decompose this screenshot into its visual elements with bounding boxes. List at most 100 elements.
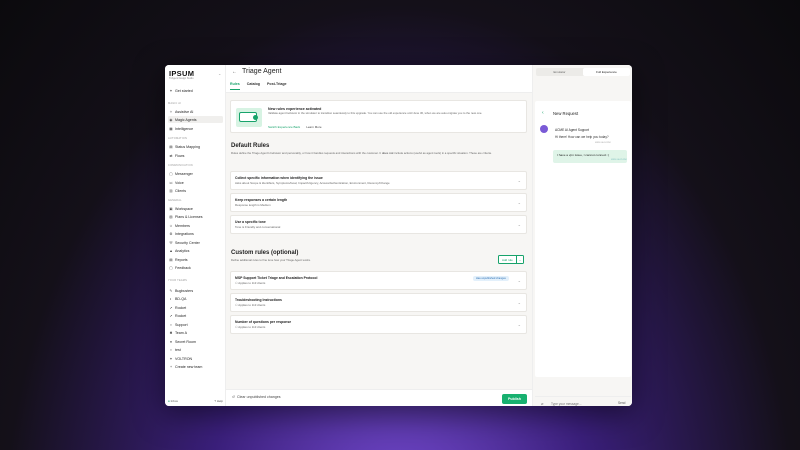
add-rule-dropdown-icon[interactable]: ⌄	[516, 255, 525, 264]
sidebar-item-team[interactable]: ✦ VOLTRON	[168, 355, 223, 362]
send-button[interactable]: Send	[618, 401, 625, 405]
sidebar-item-reports[interactable]: ▤ Reports	[168, 256, 223, 263]
banner-links: Switch Experience Back Learn More	[268, 125, 322, 129]
sidebar-item-team[interactable]: ● Secret Room	[168, 338, 223, 345]
app-window: IPSUM TriAgent Design Studio ⌄ ✦ Get sta…	[165, 65, 632, 406]
sidebar-item-voice[interactable]: ☏ Voice	[168, 179, 223, 186]
help-link[interactable]: ? Help	[214, 399, 223, 403]
agent-avatar	[540, 125, 548, 133]
agent-timestamp: 09/26 06:24 PM	[595, 142, 611, 144]
custom-rule-card[interactable]: Troubleshooting Instructions ⚇ Applies t…	[230, 293, 527, 312]
rule-title: Troubleshooting Instructions	[235, 298, 282, 302]
chevron-down-icon[interactable]: ⌄	[518, 322, 521, 327]
mode-emulator[interactable]: Emulator	[536, 68, 583, 76]
sidebar-item-magic-agents[interactable]: ◉ Magic Agents	[168, 116, 223, 123]
sidebar-item-label: Workspace	[175, 206, 193, 211]
custom-rule-card[interactable]: Number of questions per response ⚇ Appli…	[230, 315, 527, 334]
publish-button[interactable]: Publish	[502, 394, 527, 404]
rule-subtitle: ⚇ Applies to 113 clients	[235, 281, 266, 285]
sidebar-item-team[interactable]: ➚ Rocket	[168, 304, 223, 311]
sidebar-item-label: Magic Agents	[175, 117, 197, 122]
chevron-left-icon[interactable]: ‹	[542, 110, 544, 116]
help-icon: ?	[214, 399, 216, 403]
sidebar-footer: ● Inbox ? Help	[168, 399, 223, 403]
workspace-chevron-icon[interactable]: ⌄	[218, 71, 221, 76]
emulator-panel: Emulator Full Experience ‹ New Request A…	[532, 65, 632, 406]
rule-title: MSP Support Ticket Triage and Escalation…	[235, 276, 318, 280]
learn-more-link[interactable]: Learn More	[306, 125, 321, 129]
tab-catalog[interactable]: Catalog	[247, 82, 260, 90]
sidebar-item-team[interactable]: ➚ Rocket	[168, 312, 223, 319]
chevron-down-icon[interactable]: ⌄	[518, 222, 521, 227]
sidebar-item-intelligence[interactable]: ▦ Intelligence	[168, 125, 223, 132]
sidebar-item-label: Intelligence	[175, 126, 194, 131]
default-rule-card[interactable]: Use a specific tone Tone is Friendly and…	[230, 215, 527, 234]
sidebar-item-clients[interactable]: ▥ Clients	[168, 187, 223, 194]
default-rule-card[interactable]: Collect specific information when identi…	[230, 171, 527, 190]
rule-title: Collect specific information when identi…	[235, 176, 323, 180]
sidebar-item-label: Flows	[175, 153, 185, 158]
sidebar-item-security[interactable]: ⛨ Security Center	[168, 239, 223, 246]
sidebar-item-plans[interactable]: ▧ Plans & Licenses	[168, 213, 223, 220]
sidebar-item-label: Voice	[175, 180, 184, 185]
tab-post-triage[interactable]: Post-Triage	[267, 82, 287, 90]
unpublished-badge: Has unpublished changes	[473, 276, 509, 281]
team-icon: ✖	[169, 330, 173, 335]
default-rule-card[interactable]: Keep responses a certain length Response…	[230, 193, 527, 212]
sparkle-icon: ✧	[169, 109, 173, 114]
lock-icon: ●	[169, 339, 173, 344]
main-content: ← Triage Agent Rules Catalog Post-Triage…	[226, 65, 532, 406]
sidebar-item-label: BD-QA	[175, 296, 187, 301]
team-icon: ✎	[169, 288, 173, 293]
sidebar-item-get-started[interactable]: ✦ Get started	[168, 87, 223, 94]
default-rules-title: Default Rules	[231, 143, 270, 149]
rule-title: Number of questions per response	[235, 320, 292, 324]
team-icon: ✦	[169, 356, 173, 361]
rule-title: Keep responses a certain length	[235, 198, 288, 202]
chat-title: New Request	[553, 111, 579, 116]
sidebar-item-feedback[interactable]: ▢ Feedback	[168, 264, 223, 271]
workspace-icon: ▣	[169, 206, 173, 211]
sidebar-item-team[interactable]: ▪ Support	[168, 321, 223, 328]
user-message: I have a vpn issue, I cannot connect :(	[557, 153, 610, 157]
chat-input[interactable]	[551, 400, 606, 406]
attachment-icon[interactable]: ⌀	[541, 401, 543, 406]
mode-full-experience[interactable]: Full Experience	[583, 68, 630, 76]
chat-icon: ▢	[169, 171, 173, 176]
sidebar-item-team[interactable]: ▪ test	[168, 346, 223, 353]
sidebar-item-label: Reports	[175, 257, 188, 262]
sidebar-item-messenger[interactable]: ▢ Messenger	[168, 170, 223, 177]
sidebar-item-team[interactable]: ✎ Bugbusters	[168, 287, 223, 294]
sidebar-item-members[interactable]: ☺ Members	[168, 222, 223, 229]
sidebar-item-team[interactable]: ✖ Team A	[168, 329, 223, 336]
add-rule-button[interactable]: Add rule	[498, 255, 517, 264]
workspace-name: TriAgent Design Studio	[169, 77, 194, 80]
inbox-link[interactable]: ● Inbox	[168, 399, 178, 403]
switch-experience-link[interactable]: Switch Experience Back	[268, 125, 300, 129]
inbox-icon: ●	[168, 399, 170, 403]
tab-rules[interactable]: Rules	[230, 82, 240, 90]
sidebar-item-integrations[interactable]: ⚙ Integrations	[168, 230, 223, 237]
rules-experience-banner: New rules experience activated Validate …	[230, 100, 527, 133]
sidebar-item-status-mapping[interactable]: ▤ Status Mapping	[168, 143, 223, 150]
sidebar-item-flows[interactable]: ⇄ Flows	[168, 152, 223, 159]
chevron-down-icon[interactable]: ⌄	[518, 178, 521, 183]
sidebar-item-analytics[interactable]: ▲ Analytics	[168, 247, 223, 254]
sidebar-item-create-team[interactable]: + Create new team	[168, 363, 223, 370]
chevron-down-icon[interactable]: ⌄	[518, 300, 521, 305]
chevron-down-icon[interactable]: ⌄	[518, 278, 521, 283]
sidebar-item-label: Analytics	[175, 248, 190, 253]
back-arrow-icon[interactable]: ←	[232, 69, 237, 75]
chevron-down-icon[interactable]: ⌄	[518, 200, 521, 205]
sidebar-item-team[interactable]: ◐ BD-QA	[168, 295, 223, 302]
sidebar-item-workspace[interactable]: ▣ Workspace	[168, 205, 223, 212]
sidebar-item-assistive-ai[interactable]: ✧ Assistive AI	[168, 108, 223, 115]
map-icon: ▤	[169, 144, 173, 149]
sidebar-item-label: Get started	[175, 88, 193, 93]
users-icon: ☺	[169, 223, 173, 228]
sidebar-item-label: Security Center	[175, 240, 200, 245]
custom-rule-card[interactable]: MSP Support Ticket Triage and Escalation…	[230, 271, 527, 290]
clear-changes-button[interactable]: ↺ Clear unpublished changes	[232, 395, 281, 399]
rule-title: Use a specific tone	[235, 220, 266, 224]
rocket-icon: ➚	[169, 305, 173, 310]
